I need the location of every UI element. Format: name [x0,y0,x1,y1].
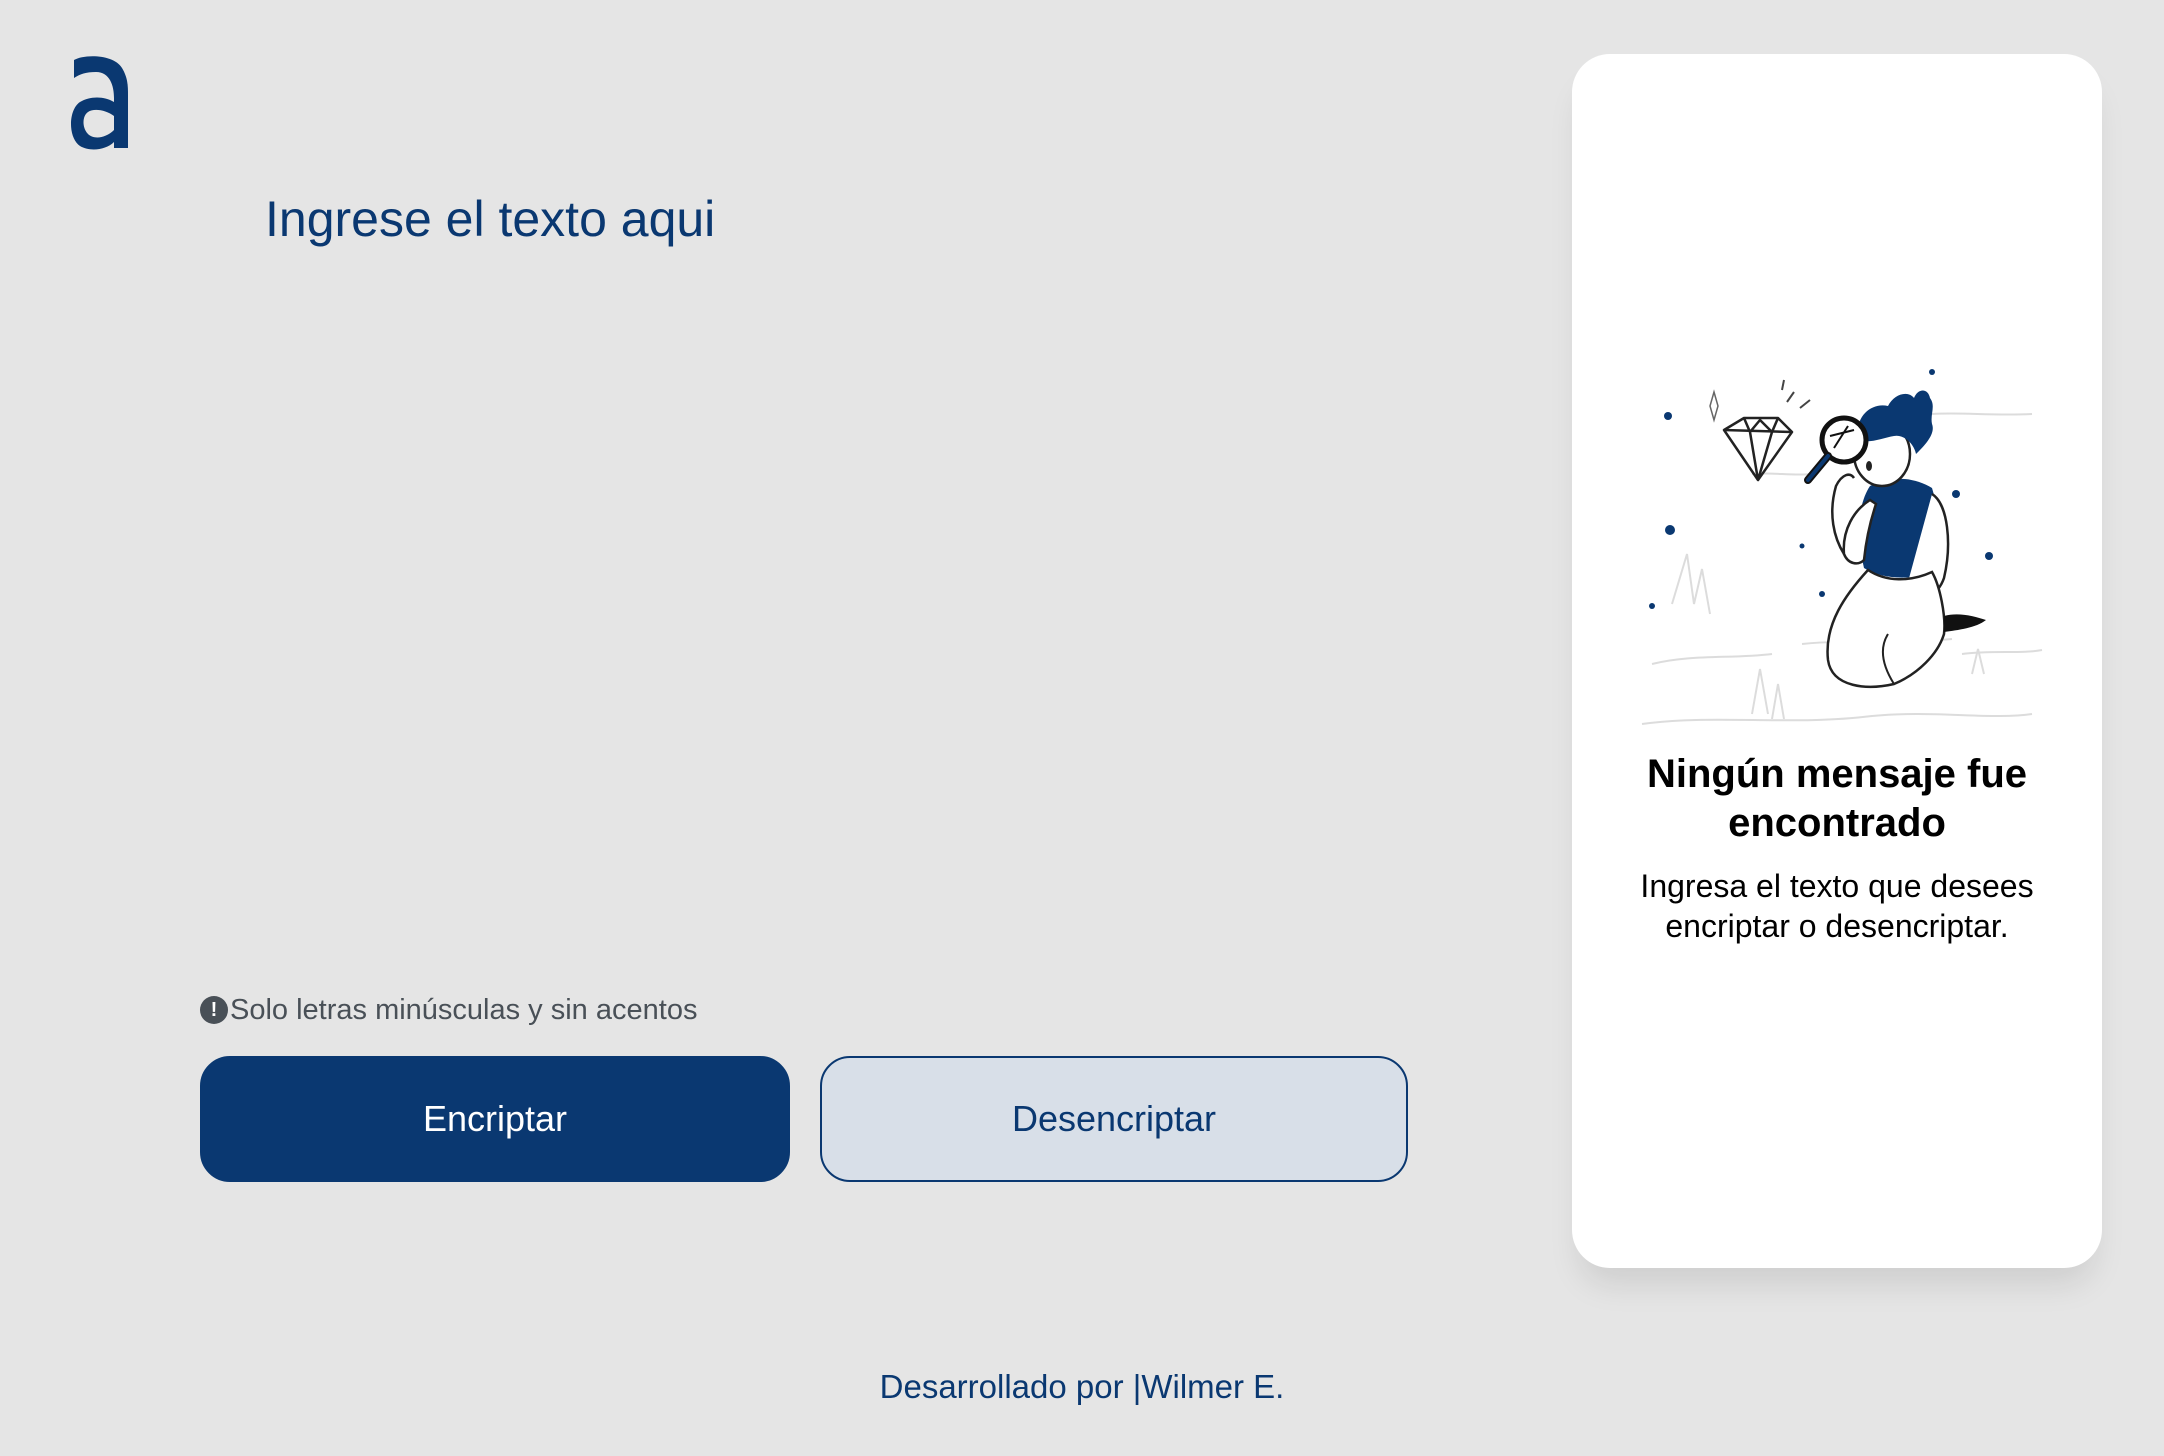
hint-message: ! Solo letras minúsculas y sin acentos [200,992,697,1028]
result-title: Ningún mensaje fue encontrado [1646,752,2028,845]
encrypt-button[interactable]: Encriptar [200,1056,790,1182]
exclamation-circle-icon: ! [200,996,228,1024]
hint-text: Solo letras minúsculas y sin acentos [230,993,698,1026]
footer-author: Wilmer E. [1141,1368,1285,1405]
searching-person-illustration [1641,369,2043,725]
alura-logo-icon [71,56,128,150]
text-input[interactable] [265,190,1445,950]
result-text: Ingresa el texto que desees encriptar o … [1640,868,2034,944]
decrypt-button[interactable]: Desencriptar [820,1056,1408,1182]
footer: Desarrollado por |Wilmer E. [0,1368,2164,1406]
result-panel: Ningún mensaje fue encontrado Ingresa el… [1572,54,2102,1268]
footer-prefix: Desarrollado por [879,1368,1133,1405]
